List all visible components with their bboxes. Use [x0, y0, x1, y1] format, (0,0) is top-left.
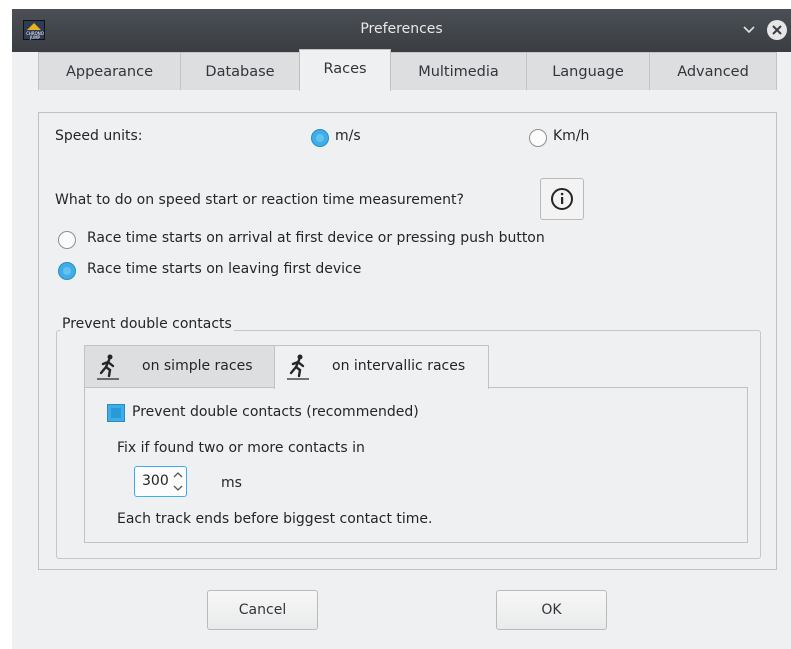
- tab-label: Appearance: [65, 64, 154, 80]
- race-start-leaving-label[interactable]: Race time starts on leaving first device: [87, 261, 361, 277]
- fix-contacts-label: Fix if found two or more contacts in: [117, 440, 365, 456]
- tab-advanced[interactable]: Advanced: [649, 52, 777, 90]
- info-button[interactable]: [540, 178, 584, 220]
- spin-down-icon[interactable]: [172, 483, 184, 493]
- runner-icon: [97, 354, 119, 380]
- ok-button[interactable]: OK: [496, 590, 607, 630]
- tab-label: Races: [323, 61, 367, 77]
- ms-unit-label: ms: [221, 475, 242, 491]
- tab-appearance[interactable]: Appearance: [38, 52, 181, 90]
- tab-label: Advanced: [677, 64, 749, 80]
- window-title: Preferences: [360, 21, 443, 37]
- tab-label: Database: [205, 64, 275, 80]
- tab-database[interactable]: Database: [180, 52, 300, 90]
- start-measurement-question: What to do on speed start or reaction ti…: [55, 192, 464, 208]
- subtab-intervallic-races[interactable]: on intervallic races: [274, 345, 489, 389]
- tab-language[interactable]: Language: [526, 52, 650, 90]
- speed-unit-ms-label[interactable]: m/s: [335, 128, 361, 144]
- close-window-button[interactable]: [767, 20, 787, 40]
- title-bar: CHRONO JUMP Preferences: [12, 9, 791, 52]
- prevent-double-contacts-label[interactable]: Prevent double contacts (recommended): [132, 404, 419, 420]
- contact-ms-spinbox[interactable]: 300: [134, 466, 187, 497]
- track-end-note: Each track ends before biggest contact t…: [117, 511, 433, 527]
- speed-units-label: Speed units:: [55, 128, 143, 144]
- tab-multimedia[interactable]: Multimedia: [390, 52, 527, 90]
- race-start-leaving-radio[interactable]: [58, 262, 76, 280]
- subtab-intervallic-label: on intervallic races: [332, 358, 466, 374]
- minimize-chevron-icon[interactable]: [741, 22, 757, 38]
- race-start-arrival-radio[interactable]: [58, 231, 76, 249]
- group-title: Prevent double contacts: [60, 316, 234, 332]
- tab-label: Multimedia: [418, 64, 499, 80]
- close-icon: [772, 25, 782, 35]
- speed-unit-kmh-label[interactable]: Km/h: [553, 128, 589, 144]
- runner-icon: [287, 354, 309, 380]
- prevent-double-contacts-checkbox[interactable]: [107, 404, 125, 422]
- spinbox-value[interactable]: 300: [142, 473, 169, 489]
- spin-up-icon[interactable]: [172, 470, 184, 480]
- race-start-arrival-label[interactable]: Race time starts on arrival at first dev…: [87, 230, 545, 246]
- tab-races[interactable]: Races: [299, 49, 391, 91]
- cancel-button[interactable]: Cancel: [207, 590, 318, 630]
- dialog-body: Appearance Database Races Multimedia Lan…: [12, 49, 791, 649]
- speed-unit-kmh-radio[interactable]: [529, 129, 547, 147]
- subtab-simple-label: on simple races: [142, 358, 253, 374]
- info-icon: [551, 188, 573, 210]
- tab-label: Language: [552, 64, 624, 80]
- subtab-simple-races[interactable]: on simple races: [84, 345, 275, 387]
- speed-unit-ms-radio[interactable]: [311, 129, 329, 147]
